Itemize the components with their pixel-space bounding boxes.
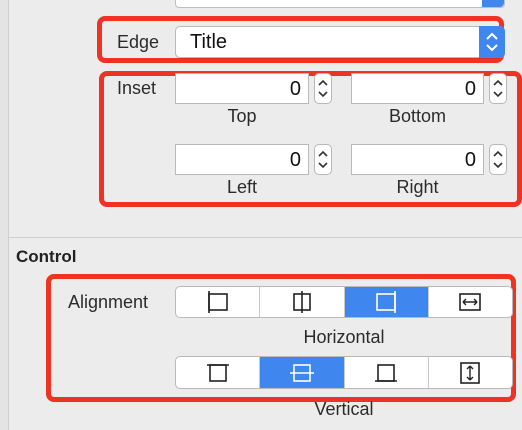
inset-top-stepper[interactable] (314, 73, 332, 104)
inset-bottom-caption: Bottom (388, 106, 447, 126)
horizontal-caption: Horizontal (303, 327, 385, 347)
inset-left-stepper[interactable] (314, 144, 332, 175)
inset-bottom-value: 0 (464, 78, 476, 100)
align-center-horizontal-icon (293, 291, 311, 313)
inset-bottom-field[interactable]: 0 (351, 73, 484, 104)
inset-top-field[interactable]: 0 (175, 73, 309, 104)
align-left-icon (207, 291, 228, 313)
horizontal-alignment-control[interactable] (175, 286, 513, 318)
align-center-vertical-option[interactable] (259, 357, 344, 388)
inset-top-caption: Top (227, 106, 257, 126)
inset-left-caption: Left (226, 177, 258, 197)
edge-value: Title (190, 31, 228, 53)
chevron-up-down-icon (479, 26, 505, 58)
fill-horizontal-option[interactable] (427, 287, 512, 317)
previous-popup-button[interactable] (175, 0, 505, 8)
align-bottom-icon (375, 363, 398, 382)
inset-right-field[interactable]: 0 (351, 144, 484, 175)
vertical-caption: Vertical (314, 399, 374, 419)
inspector-left-border (0, 0, 9, 430)
align-center-vertical-icon (289, 363, 314, 382)
control-section-title: Control (16, 247, 77, 266)
inset-left-value: 0 (289, 149, 301, 171)
align-center-horizontal-option[interactable] (259, 287, 343, 317)
inset-right-stepper[interactable] (489, 144, 507, 175)
fill-horizontal-icon (459, 293, 482, 311)
inset-left-field[interactable]: 0 (175, 144, 309, 175)
section-divider (9, 237, 522, 238)
inset-right-value: 0 (464, 149, 476, 171)
edge-label: Edge (117, 32, 160, 52)
align-bottom-option[interactable] (343, 357, 428, 388)
inset-bottom-stepper[interactable] (489, 73, 507, 104)
fill-vertical-option[interactable] (427, 357, 512, 388)
align-right-option[interactable] (343, 287, 428, 317)
align-right-icon (376, 291, 396, 313)
align-left-option[interactable] (176, 287, 259, 317)
fill-vertical-icon (460, 361, 481, 384)
inset-label: Inset (117, 78, 157, 98)
align-top-icon (206, 363, 229, 382)
edge-popup-button[interactable]: Title (175, 26, 505, 58)
inset-right-caption: Right (396, 177, 439, 197)
vertical-alignment-control[interactable] (175, 356, 513, 389)
align-top-option[interactable] (176, 357, 259, 388)
alignment-label: Alignment (68, 292, 149, 312)
inset-top-value: 0 (289, 78, 301, 100)
